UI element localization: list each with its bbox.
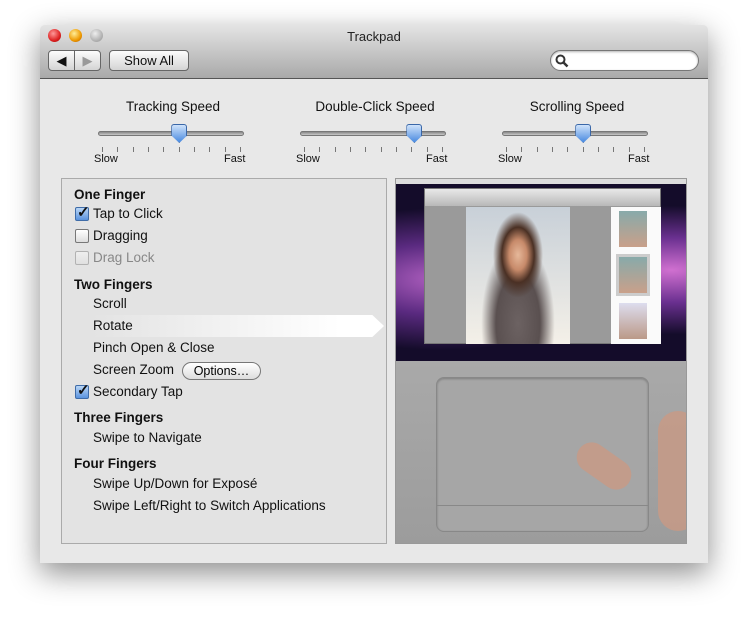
search-input[interactable] — [550, 50, 699, 71]
slider-tick — [102, 147, 103, 152]
secondary-tap-label[interactable]: Secondary Tap — [93, 382, 183, 402]
tap-to-click-checkbox[interactable] — [75, 203, 90, 221]
slider-thumb[interactable] — [406, 124, 423, 143]
dragging-label[interactable]: Dragging — [93, 226, 148, 246]
slider-track[interactable] — [502, 131, 648, 136]
forward-arrow-icon: ▶ — [82, 53, 93, 68]
slider-2[interactable]: Scrolling Speed Slow Fast — [498, 99, 652, 169]
slider-thumb[interactable] — [575, 124, 592, 143]
forward-button[interactable]: ▶ — [74, 50, 101, 71]
demo-trackpad-area — [396, 361, 686, 543]
gesture-swipe-switch-apps[interactable]: Swipe Left/Right to Switch Applications — [93, 496, 326, 516]
search-icon — [555, 54, 569, 68]
slider-tick — [552, 147, 553, 152]
gesture-swipe-navigate[interactable]: Swipe to Navigate — [93, 428, 202, 448]
show-all-button[interactable]: Show All — [109, 50, 189, 71]
slider-tick — [224, 147, 226, 152]
back-button[interactable]: ◀ — [48, 50, 75, 71]
selected-row-highlight — [92, 315, 384, 337]
demo-preview-window — [424, 188, 661, 344]
screen-zoom-options-button[interactable]: Options… — [182, 362, 261, 380]
gesture-pinch[interactable]: Pinch Open & Close — [93, 338, 215, 358]
gesture-demo-video — [395, 178, 687, 544]
slider-min-label: Slow — [296, 153, 320, 165]
slider-max-label: Fast — [224, 153, 246, 165]
slider-max-label: Fast — [426, 153, 448, 165]
slider-tick — [240, 147, 241, 152]
three-fingers-header: Three Fingers — [74, 410, 164, 425]
gesture-screen-zoom[interactable]: Screen Zoom — [93, 360, 174, 380]
tap-to-click-label[interactable]: Tap to Click — [93, 204, 163, 224]
slider-tick — [536, 147, 538, 152]
slider-tick — [350, 147, 351, 152]
gesture-rotate[interactable]: Rotate — [93, 316, 133, 336]
slider-tick — [521, 147, 523, 152]
slider-tick — [163, 147, 165, 152]
slider-tick — [426, 147, 428, 152]
demo-menubar — [396, 179, 686, 184]
slider-tick — [334, 147, 336, 152]
secondary-tap-checkbox[interactable] — [75, 381, 90, 399]
dragging-checkbox[interactable] — [75, 229, 89, 243]
slider-tick — [365, 147, 367, 152]
demo-photo — [466, 207, 570, 344]
slider-min-label: Slow — [498, 153, 522, 165]
two-fingers-header: Two Fingers — [74, 277, 153, 292]
slider-label: Double-Click Speed — [315, 99, 435, 114]
slider-tick — [148, 147, 149, 152]
gesture-swipe-expose[interactable]: Swipe Up/Down for Exposé — [93, 474, 257, 494]
slider-tick — [598, 147, 599, 152]
slider-track[interactable] — [300, 131, 446, 136]
slider-tick — [582, 147, 584, 152]
slider-tick — [396, 147, 397, 152]
slider-label: Tracking Speed — [125, 99, 221, 114]
slider-1[interactable]: Double-Click Speed Slow Fast — [296, 99, 450, 169]
window-title: Trackpad — [347, 29, 401, 44]
slider-tick — [506, 147, 507, 152]
demo-sidebar — [611, 207, 661, 344]
slider-label: Scrolling Speed — [529, 99, 625, 114]
slider-tick — [117, 147, 119, 152]
slider-tick — [644, 147, 645, 152]
demo-trackpad — [436, 377, 649, 532]
slider-tick — [319, 147, 321, 152]
drag-lock-label: Drag Lock — [93, 250, 155, 265]
slider-tick — [209, 147, 211, 152]
slider-tick — [304, 147, 305, 152]
slider-0[interactable]: Tracking Speed Slow Fast — [94, 99, 248, 169]
drag-lock-checkbox — [75, 251, 89, 265]
slider-tick — [628, 147, 630, 152]
slider-max-label: Fast — [628, 153, 650, 165]
one-finger-header: One Finger — [74, 187, 146, 202]
slider-tick — [178, 147, 180, 152]
four-fingers-header: Four Fingers — [74, 456, 157, 471]
gesture-scroll[interactable]: Scroll — [93, 294, 127, 314]
slider-track[interactable] — [98, 131, 244, 136]
slider-thumb[interactable] — [171, 124, 188, 143]
slider-min-label: Slow — [94, 153, 118, 165]
gesture-list: One Finger Tap to Click Dragging Drag Lo… — [61, 178, 387, 544]
slider-tick — [411, 147, 413, 152]
slider-tick — [194, 147, 195, 152]
slider-tick — [442, 147, 443, 152]
back-arrow-icon: ◀ — [56, 53, 67, 68]
trackpad-window: Trackpad ◀ ▶ Show All Tracking Speed Slow… — [40, 25, 708, 563]
slider-tick — [132, 147, 134, 152]
slider-tick — [380, 147, 382, 152]
slider-tick — [613, 147, 615, 152]
demo-screen — [396, 179, 686, 361]
toolbar: Trackpad ◀ ▶ Show All — [40, 25, 708, 79]
slider-tick — [567, 147, 569, 152]
